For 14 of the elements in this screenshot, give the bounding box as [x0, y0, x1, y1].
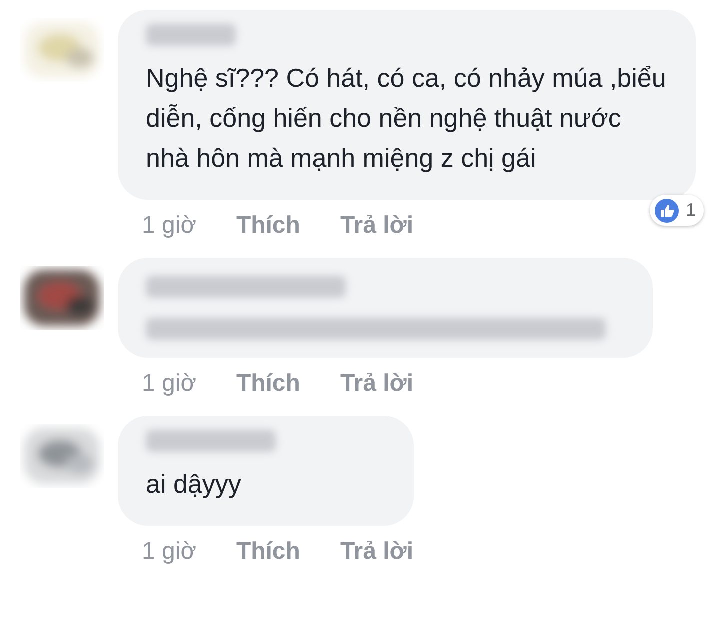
reply-link[interactable]: Trả lời [340, 208, 414, 244]
reaction-badge[interactable]: 1 [650, 195, 704, 226]
comment-text: ai dậyyy [146, 468, 242, 501]
thumbs-up-icon [654, 198, 680, 224]
comment-time: 1 giờ [142, 211, 196, 241]
reply-link[interactable]: Trả lời [340, 366, 414, 402]
like-link[interactable]: Thích [236, 366, 300, 402]
reaction-count: 1 [686, 199, 697, 222]
reply-link[interactable]: Trả lời [340, 534, 414, 570]
comment-time: 1 giờ [142, 537, 196, 567]
comment-time: 1 giờ [142, 369, 196, 399]
like-link[interactable]: Thích [236, 534, 300, 570]
like-link[interactable]: Thích [236, 208, 300, 244]
comment-text: Nghệ sĩ??? Có hát, có ca, có nhảy múa ,biểu diễn, cống hiến cho nền nghệ thuật nước nhà hôn mà mạnh miệng z chị gái [146, 62, 668, 175]
